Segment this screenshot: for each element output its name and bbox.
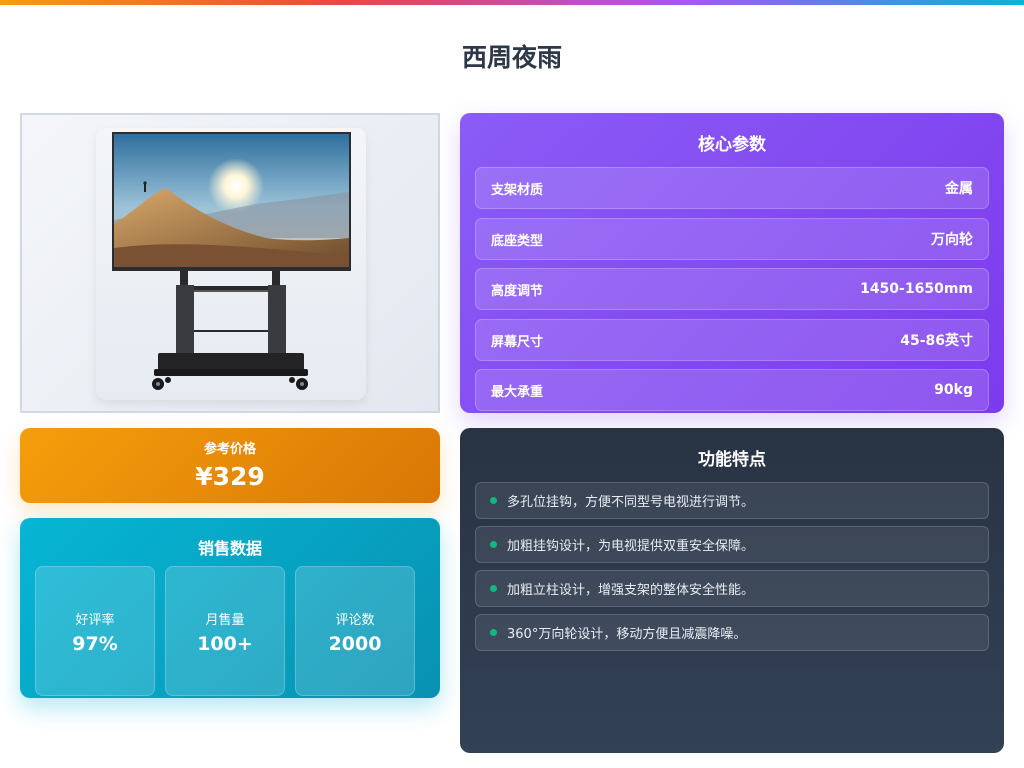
stat-value: 97% bbox=[72, 633, 118, 655]
spec-value: 45-86英寸 bbox=[900, 333, 973, 349]
stat-label: 好评率 bbox=[75, 613, 115, 628]
features-card: 功能特点 多孔位挂钩，方便不同型号电视进行调节。 加粗挂钩设计，为电视提供双重安… bbox=[460, 428, 1004, 753]
spec-row-screen-size: 屏幕尺寸 45-86英寸 bbox=[475, 319, 989, 361]
bullet-dot-icon bbox=[490, 497, 497, 504]
stat-review-count: 评论数 2000 bbox=[295, 566, 415, 696]
stat-label: 月售量 bbox=[205, 613, 245, 628]
stat-label: 评论数 bbox=[335, 613, 375, 628]
spec-label: 底座类型 bbox=[491, 233, 544, 249]
spec-row-material: 支架材质 金属 bbox=[475, 167, 989, 209]
spec-row-height: 高度调节 1450-1650mm bbox=[475, 268, 989, 310]
spec-label: 最大承重 bbox=[491, 384, 544, 400]
feature-item: 加粗挂钩设计，为电视提供双重安全保障。 bbox=[475, 526, 989, 563]
product-image-panel bbox=[20, 113, 440, 413]
stat-monthly-sales: 月售量 100+ bbox=[165, 566, 285, 696]
stat-positive-rate: 好评率 97% bbox=[35, 566, 155, 696]
product-image-card bbox=[96, 128, 366, 400]
feature-text: 加粗挂钩设计，为电视提供双重安全保障。 bbox=[507, 539, 755, 554]
spec-row-max-load: 最大承重 90kg bbox=[475, 369, 989, 411]
specs-title: 核心参数 bbox=[698, 135, 766, 155]
spec-value: 1450-1650mm bbox=[860, 281, 973, 297]
spec-label: 屏幕尺寸 bbox=[491, 334, 544, 350]
tv-stand-image bbox=[112, 132, 351, 390]
bullet-dot-icon bbox=[490, 629, 497, 636]
sales-title: 销售数据 bbox=[197, 539, 262, 558]
price-card: 参考价格 ¥329 bbox=[20, 428, 440, 503]
feature-text: 加粗立柱设计，增强支架的整体安全性能。 bbox=[507, 583, 755, 598]
feature-item: 加粗立柱设计，增强支架的整体安全性能。 bbox=[475, 570, 989, 607]
spec-value: 90kg bbox=[934, 382, 973, 398]
stat-value: 2000 bbox=[328, 633, 382, 655]
feature-text: 多孔位挂钩，方便不同型号电视进行调节。 bbox=[507, 495, 755, 510]
spec-value: 万向轮 bbox=[931, 232, 973, 248]
spec-value: 金属 bbox=[945, 181, 973, 197]
bullet-dot-icon bbox=[490, 585, 497, 592]
sales-card: 销售数据 好评率 97% 月售量 100+ 评论数 2000 bbox=[20, 518, 440, 698]
top-accent-bar bbox=[0, 0, 1024, 5]
spec-row-base-type: 底座类型 万向轮 bbox=[475, 218, 989, 260]
features-title: 功能特点 bbox=[698, 450, 766, 470]
page-title: 西周夜雨 bbox=[461, 43, 562, 72]
stat-value: 100+ bbox=[197, 633, 253, 655]
price-value: ¥329 bbox=[195, 462, 265, 491]
specs-card: 核心参数 支架材质 金属 底座类型 万向轮 高度调节 1450-1650mm 屏… bbox=[460, 113, 1004, 413]
spec-label: 支架材质 bbox=[491, 182, 544, 198]
feature-item: 多孔位挂钩，方便不同型号电视进行调节。 bbox=[475, 482, 989, 519]
feature-item: 360°万向轮设计，移动方便且减震降噪。 bbox=[475, 614, 989, 651]
spec-label: 高度调节 bbox=[491, 283, 544, 299]
price-label: 参考价格 bbox=[203, 442, 256, 457]
feature-text: 360°万向轮设计，移动方便且减震降噪。 bbox=[507, 627, 747, 642]
bullet-dot-icon bbox=[490, 541, 497, 548]
